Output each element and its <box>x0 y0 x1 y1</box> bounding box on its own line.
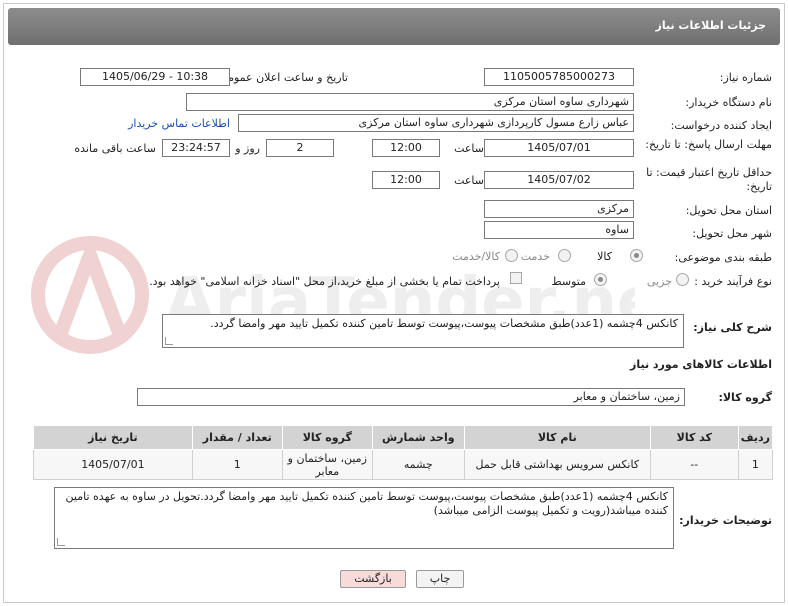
category-radio-service[interactable] <box>558 249 571 262</box>
validity-time-label: ساعت <box>454 174 484 187</box>
cell-row-number: 1 <box>737 449 774 480</box>
remaining-label: ساعت باقی مانده <box>74 142 156 155</box>
resize-handle-icon[interactable] <box>165 337 173 345</box>
cell-date: 1405/07/01 <box>33 449 193 480</box>
col-header-quantity: تعداد / مقدار <box>191 425 283 450</box>
buyer-notes-label: توضیحات خریدار: <box>679 514 772 527</box>
announce-field: 1405/06/29 - 10:38 <box>80 68 230 86</box>
need-number-field: 1105005785000273 <box>484 68 634 86</box>
announce-label: تاریخ و ساعت اعلان عمومی: <box>215 71 348 84</box>
treasury-payment-text: پرداخت تمام یا بخشی از مبلغ خرید،از محل … <box>149 275 500 288</box>
validity-date-field: 1405/07/02 <box>484 171 634 189</box>
need-number-label: شماره نیاز: <box>719 71 772 84</box>
goods-group-label: گروه کالا: <box>718 391 772 404</box>
table-row: 1 -- کانکس سرویس بهداشتی قابل حمل چشمه ز… <box>33 449 774 480</box>
cell-group: زمین، ساختمان و معابر <box>281 449 373 480</box>
col-header-group: گروه کالا <box>281 425 373 450</box>
process-option-medium: متوسط <box>551 275 586 288</box>
remaining-time-field: 23:24:57 <box>162 139 230 157</box>
buyer-notes-content: کانکس 4چشمه (1عدد)طبق مشخصات پیوست،پیوست… <box>65 490 668 517</box>
buyer-notes-text: کانکس 4چشمه (1عدد)طبق مشخصات پیوست،پیوست… <box>54 487 674 549</box>
col-header-unit: واحد شمارش <box>371 425 465 450</box>
validity-label: حداقل تاریخ اعتبار قیمت: تا تاریخ: <box>646 166 772 193</box>
print-button[interactable]: چاپ <box>416 570 464 588</box>
contact-info-link[interactable]: اطلاعات تماس خریدار <box>128 117 230 130</box>
col-header-date: تاریخ نیاز <box>33 425 193 450</box>
province-label: استان محل تحویل: <box>685 204 772 217</box>
header-bar: جزئیات اطلاعات نیاز <box>8 8 780 45</box>
days-label: روز و <box>235 142 260 155</box>
requester-field: عباس زارع مسول کارپردازی شهرداری ساوه اس… <box>238 114 634 132</box>
goods-group-field: زمین، ساختمان و معابر <box>137 388 685 406</box>
category-option-goods: کالا <box>597 250 612 263</box>
category-option-both: کالا/خدمت <box>452 250 500 263</box>
description-label: شرح کلی نیاز: <box>693 321 772 334</box>
province-field: مرکزی <box>484 200 634 218</box>
table-header-row: ردیف کد کالا نام کالا واحد شمارش گروه کا… <box>33 425 774 450</box>
requester-label: ایجاد کننده درخواست: <box>670 119 772 132</box>
process-option-minor: جزیی <box>646 275 672 288</box>
days-field: 2 <box>266 139 334 157</box>
category-radio-goods[interactable] <box>630 249 643 262</box>
cell-quantity: 1 <box>191 449 283 480</box>
deadline-date-field: 1405/07/01 <box>484 139 634 157</box>
category-label: طبقه بندی موضوعی: <box>674 251 772 264</box>
buyer-org-field: شهرداری ساوه استان مرکزی <box>186 93 634 111</box>
city-field: ساوه <box>484 221 634 239</box>
goods-section-title: اطلاعات کالاهای مورد نیاز <box>630 358 772 371</box>
col-header-row-number: ردیف <box>737 425 774 450</box>
deadline-time-label: ساعت <box>454 142 484 155</box>
city-label: شهر محل تحویل: <box>692 227 772 240</box>
process-radio-medium[interactable] <box>594 273 607 286</box>
description-content: کانکس 4چشمه (1عدد)طبق مشخصات پیوست،پیوست… <box>210 317 678 330</box>
buyer-org-label: نام دستگاه خریدار: <box>685 96 772 109</box>
col-header-code: کد کالا <box>649 425 739 450</box>
deadline-time-field: 12:00 <box>372 139 440 157</box>
back-button[interactable]: بازگشت <box>340 570 406 588</box>
notes-resize-handle-icon[interactable] <box>57 538 65 546</box>
goods-table: ردیف کد کالا نام کالا واحد شمارش گروه کا… <box>33 425 774 480</box>
cell-name: کانکس سرویس بهداشتی قابل حمل <box>463 449 651 480</box>
deadline-label: مهلت ارسال پاسخ: تا تاریخ: <box>645 138 772 151</box>
process-radio-minor[interactable] <box>676 273 689 286</box>
cell-code: -- <box>649 449 739 480</box>
process-label: نوع فرآیند خرید : <box>694 275 772 288</box>
description-text: کانکس 4چشمه (1عدد)طبق مشخصات پیوست،پیوست… <box>162 314 684 348</box>
category-radio-both[interactable] <box>505 249 518 262</box>
category-option-service: خدمت <box>520 250 550 263</box>
validity-time-field: 12:00 <box>372 171 440 189</box>
col-header-name: نام کالا <box>463 425 651 450</box>
cell-unit: چشمه <box>371 449 465 480</box>
treasury-payment-checkbox[interactable] <box>510 272 522 284</box>
page-title: جزئیات اطلاعات نیاز <box>655 19 767 32</box>
